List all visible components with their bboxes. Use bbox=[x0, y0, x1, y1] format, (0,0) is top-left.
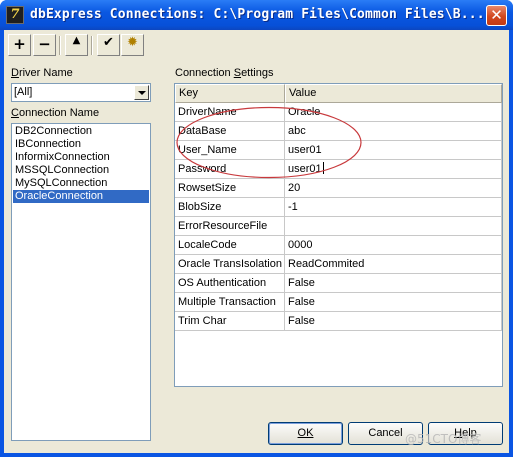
connection-settings-label-underlined: S bbox=[233, 67, 242, 79]
close-button[interactable]: ✕ bbox=[486, 5, 507, 26]
table-row[interactable]: Multiple Transaction False bbox=[175, 293, 502, 312]
setting-value-cell[interactable] bbox=[285, 217, 502, 236]
driver-name-label: Driver Name bbox=[11, 67, 73, 79]
setting-key-cell: User_Name bbox=[175, 141, 285, 160]
setting-key-cell: Trim Char bbox=[175, 312, 285, 331]
dialog-window: 7 dbExpress Connections: C:\Program File… bbox=[0, 0, 513, 457]
connection-settings-label-rest: ettings bbox=[241, 67, 274, 79]
table-row[interactable]: OS Authentication False bbox=[175, 274, 502, 293]
table-row[interactable]: LocaleCode 0000 bbox=[175, 236, 502, 255]
setting-key-cell: OS Authentication bbox=[175, 274, 285, 293]
watermark: @51CTO博客 bbox=[405, 432, 482, 446]
table-row[interactable]: DriverName Oracle bbox=[175, 103, 502, 122]
table-row[interactable]: DataBase abc bbox=[175, 122, 502, 141]
setting-value-cell[interactable]: -1 bbox=[285, 198, 502, 217]
connection-name-label: Connection Name bbox=[11, 107, 100, 119]
rename-connection-button[interactable]: ▲ bbox=[65, 34, 88, 56]
setting-key-cell: DriverName bbox=[175, 103, 285, 122]
setting-value-cell[interactable]: 0000 bbox=[285, 236, 502, 255]
setting-value-cell[interactable]: False bbox=[285, 293, 502, 312]
connection-settings-label-text: Connection bbox=[175, 67, 234, 79]
connection-list[interactable]: DB2Connection IBConnection InformixConnect… bbox=[11, 123, 151, 441]
setting-key-cell: Oracle TransIsolation bbox=[175, 255, 285, 274]
setting-value-cell[interactable]: user01 bbox=[285, 141, 502, 160]
connection-name-label-text: onnection Name bbox=[18, 107, 100, 119]
table-row[interactable]: RowsetSize 20 bbox=[175, 179, 502, 198]
list-item[interactable]: IBConnection bbox=[13, 138, 149, 151]
value-column-header[interactable]: Value bbox=[285, 84, 502, 103]
setting-key-cell: Multiple Transaction bbox=[175, 293, 285, 312]
grid-header: Key Value bbox=[175, 84, 502, 103]
table-row[interactable]: BlobSize -1 bbox=[175, 198, 502, 217]
table-row[interactable]: Oracle TransIsolation ReadCommited bbox=[175, 255, 502, 274]
list-item[interactable]: DB2Connection bbox=[13, 125, 149, 138]
table-row[interactable]: ErrorResourceFile bbox=[175, 217, 502, 236]
list-item[interactable]: InformixConnection bbox=[13, 151, 149, 164]
remove-connection-button[interactable]: − bbox=[33, 34, 56, 56]
app-icon: 7 bbox=[6, 6, 24, 24]
add-connection-button[interactable]: + bbox=[8, 34, 31, 56]
key-column-header[interactable]: Key bbox=[175, 84, 285, 103]
dialog-client-area: + − ▲ ✔ ✹ Driver Name [All] Connection N… bbox=[4, 30, 509, 453]
setting-key-cell: Password bbox=[175, 160, 285, 179]
connection-settings-label: Connection Settings bbox=[175, 67, 273, 79]
test-connection-button[interactable]: ✔ bbox=[97, 34, 120, 56]
connection-settings-grid[interactable]: Key Value DriverName Oracle DataBase abc Use… bbox=[174, 83, 503, 387]
title-bar[interactable]: 7 dbExpress Connections: C:\Program File… bbox=[0, 0, 513, 30]
setting-value-cell[interactable]: user01 bbox=[285, 160, 502, 179]
setting-key-cell: DataBase bbox=[175, 122, 285, 141]
list-item[interactable]: MySQLConnection bbox=[13, 177, 149, 190]
gear-icon[interactable]: ✹ bbox=[121, 34, 144, 56]
ok-button[interactable]: OK bbox=[268, 422, 343, 445]
text-caret bbox=[322, 162, 324, 174]
setting-value-cell[interactable]: 20 bbox=[285, 179, 502, 198]
setting-value-cell[interactable]: ReadCommited bbox=[285, 255, 502, 274]
chevron-down-icon[interactable] bbox=[134, 85, 149, 100]
setting-value-cell[interactable]: False bbox=[285, 312, 502, 331]
setting-key-cell: BlobSize bbox=[175, 198, 285, 217]
setting-key-cell: ErrorResourceFile bbox=[175, 217, 285, 236]
table-row[interactable]: Trim Char False bbox=[175, 312, 502, 331]
list-item[interactable]: OracleConnection bbox=[13, 190, 149, 203]
window-title: dbExpress Connections: C:\Program Files\… bbox=[30, 7, 485, 22]
toolbar-separator bbox=[59, 36, 61, 55]
toolbar-separator bbox=[91, 36, 93, 55]
driver-name-value: [All] bbox=[14, 86, 33, 98]
table-row[interactable]: Password user01 bbox=[175, 160, 502, 179]
list-item[interactable]: MSSQLConnection bbox=[13, 164, 149, 177]
ok-label: OK bbox=[297, 427, 314, 439]
setting-value-cell[interactable]: abc bbox=[285, 122, 502, 141]
setting-key-cell: LocaleCode bbox=[175, 236, 285, 255]
setting-value-cell[interactable]: Oracle bbox=[285, 103, 502, 122]
setting-value-cell[interactable]: False bbox=[285, 274, 502, 293]
table-row[interactable]: User_Name user01 bbox=[175, 141, 502, 160]
setting-key-cell: RowsetSize bbox=[175, 179, 285, 198]
driver-name-select[interactable]: [All] bbox=[11, 83, 151, 102]
driver-name-label-text: river Name bbox=[18, 67, 73, 79]
